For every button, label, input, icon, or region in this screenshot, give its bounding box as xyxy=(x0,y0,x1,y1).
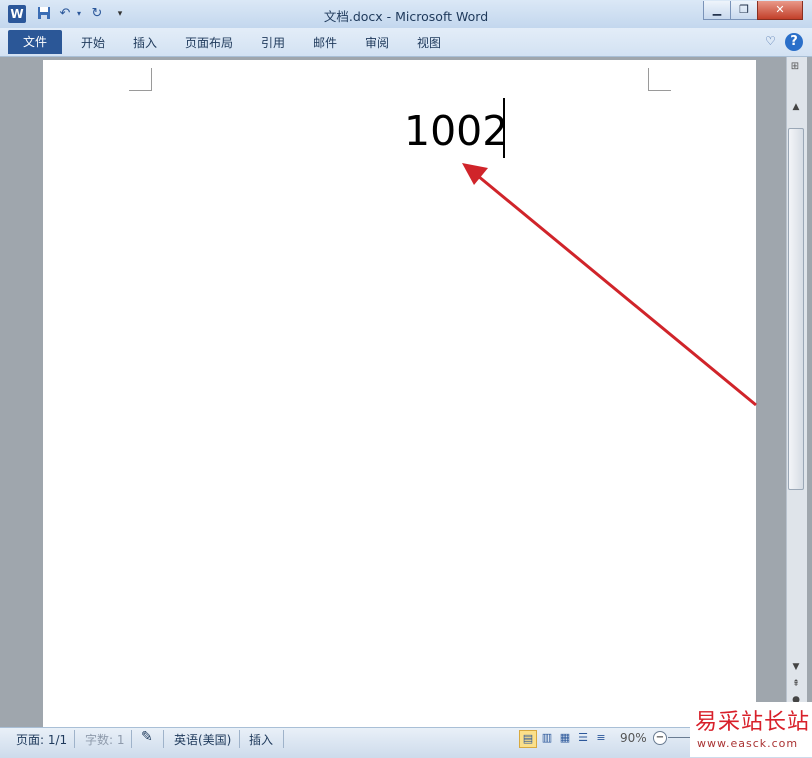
status-divider xyxy=(131,730,132,748)
outline-view-icon[interactable]: ☰ xyxy=(575,730,591,746)
watermark-url: www.easck.com xyxy=(697,737,799,750)
zoom-out-button[interactable]: − xyxy=(653,731,667,745)
watermark-title: 易采站长站 xyxy=(695,710,811,735)
language-indicator[interactable]: 英语(美国) xyxy=(174,731,231,748)
scroll-down-button[interactable]: ▼ xyxy=(788,660,804,674)
full-screen-reading-icon[interactable]: ▥ xyxy=(539,730,555,746)
scroll-thumb[interactable] xyxy=(788,128,804,490)
scroll-up-button[interactable]: ▲ xyxy=(788,100,804,114)
status-divider xyxy=(74,730,75,748)
proofing-icon[interactable]: ✎ xyxy=(141,729,153,745)
status-divider xyxy=(283,730,284,748)
print-layout-view-icon[interactable]: ▤ xyxy=(519,730,537,748)
web-layout-icon[interactable]: ▦ xyxy=(557,730,573,746)
annotation-arrow xyxy=(462,163,757,407)
previous-page-button[interactable]: ⇞ xyxy=(788,677,804,691)
status-divider xyxy=(239,730,240,748)
insert-mode-indicator[interactable]: 插入 xyxy=(249,731,273,748)
zoom-level[interactable]: 90% xyxy=(620,731,647,745)
status-divider xyxy=(163,730,164,748)
word-count[interactable]: 字数: 1 xyxy=(85,731,125,748)
page-indicator[interactable]: 页面: 1/1 xyxy=(16,731,67,748)
zoom-slider[interactable] xyxy=(668,737,692,738)
draft-view-icon[interactable]: ≡ xyxy=(593,730,609,746)
view-ruler-icon[interactable]: ⊞ xyxy=(788,60,802,74)
